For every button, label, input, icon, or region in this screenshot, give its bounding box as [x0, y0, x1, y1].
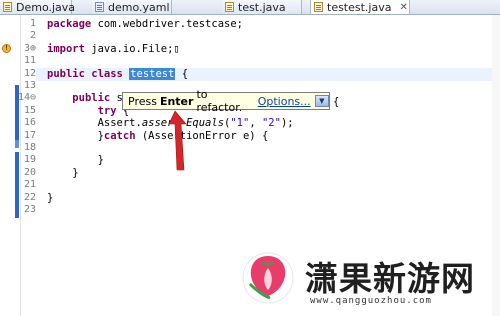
watermark-url: www.qangguozhou.com [310, 296, 432, 306]
watermark-brand: 潇果新游网 [305, 259, 475, 298]
watermark-logo [242, 252, 294, 304]
